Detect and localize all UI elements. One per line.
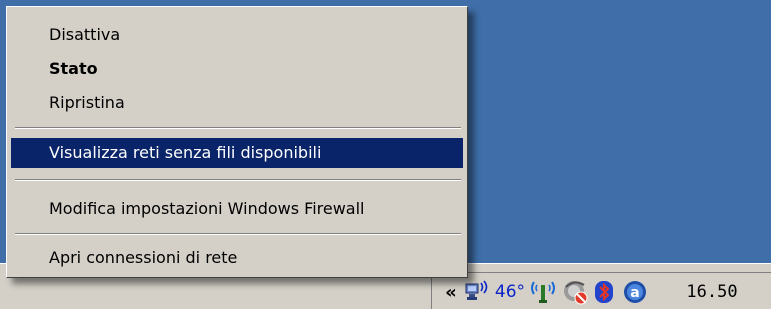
svg-text:a: a <box>630 285 639 301</box>
menu-separator <box>15 179 461 181</box>
menu-item-connessioni[interactable]: Apri connessioni di rete <box>11 243 463 273</box>
menu-item-firewall[interactable]: Modifica impostazioni Windows Firewall <box>11 194 463 224</box>
wireless-icon[interactable] <box>528 278 558 306</box>
menu-item-visualizza-reti[interactable]: Visualizza reti senza fili disponibili <box>11 138 463 168</box>
network-context-menu: Disattiva Stato Ripristina Visualizza re… <box>6 6 468 278</box>
show-hidden-icons-chevron[interactable]: « <box>440 280 462 304</box>
clock[interactable]: 16.50 <box>664 281 760 303</box>
menu-separator <box>15 233 461 235</box>
ie-blocked-icon[interactable] <box>562 279 588 305</box>
menu-separator <box>15 127 461 129</box>
bluetooth-icon[interactable] <box>592 279 616 305</box>
menu-item-ripristina[interactable]: Ripristina <box>11 88 463 118</box>
temperature-readout[interactable]: 46° <box>492 281 528 303</box>
ask-icon[interactable]: a <box>622 279 648 305</box>
network-speaker-icon[interactable] <box>464 278 492 306</box>
menu-item-stato[interactable]: Stato <box>11 54 463 84</box>
menu-item-disattiva[interactable]: Disattiva <box>11 20 463 50</box>
